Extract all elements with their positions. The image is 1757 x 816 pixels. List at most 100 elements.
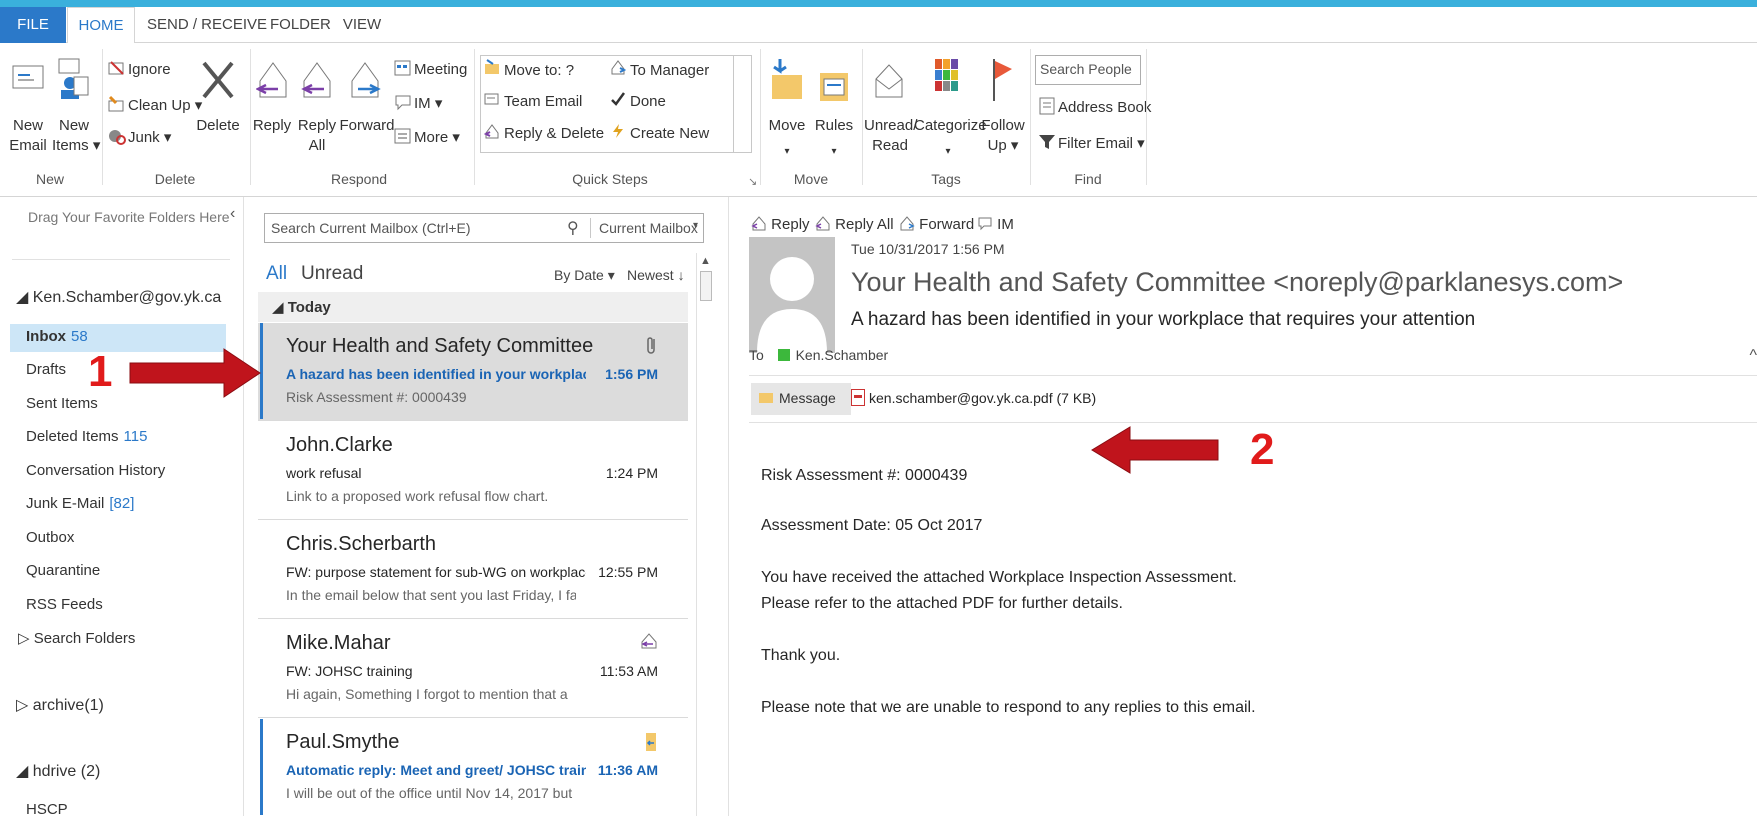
folder-junk-email[interactable]: Junk E-Mail [82] [26,495,134,512]
message-from[interactable]: Your Health and Safety Committee <norepl… [851,267,1623,298]
group-label-find: Find [1074,171,1102,187]
message-list-scrollbar[interactable]: ▲ [696,253,714,816]
new-email-label-1: New [12,117,43,134]
scroll-thumb[interactable] [700,271,712,301]
filter-unread[interactable]: Unread [301,263,363,285]
reading-im-button[interactable]: IM [977,215,1014,233]
envelope-icon [759,393,773,403]
search-mailbox-input[interactable]: Search Current Mailbox (Ctrl+E) ⚲ Curren… [264,213,704,243]
ribbon-separator [250,49,251,185]
more-label: More ▾ [414,129,460,146]
reply-all-label-1: Reply [297,117,337,134]
sort-order[interactable]: Newest ↓ [627,267,685,283]
reading-reply-button[interactable]: Reply [751,215,810,233]
body-paragraph: Please refer to the attached PDF for fur… [761,595,1123,612]
ignore-label: Ignore [128,61,171,78]
ribbon-separator [862,49,863,185]
message-tab[interactable]: Message [751,383,851,415]
quick-steps-launcher-icon[interactable]: ↘ [748,173,757,191]
folder-search-folders[interactable]: ▷ Search Folders [18,629,135,647]
im-icon [978,217,992,231]
message-preview: I will be out of the office until Nov 14… [286,785,576,801]
paperclip-icon [646,335,658,360]
folder-deleted-items[interactable]: Deleted Items 115 [26,428,147,445]
folder-hscp[interactable]: HSCP [26,801,68,816]
qs-team-email-label: Team Email [504,93,583,110]
message-row[interactable]: Your Health and Safety Committee A hazar… [258,323,688,421]
folder-archive[interactable]: ▷ archive(1) [16,695,104,715]
message-sender: Your Health and Safety Committee [286,335,594,357]
tab-folder[interactable]: FOLDER [270,7,331,43]
rules-dropdown-icon: ▾ [831,146,837,157]
search-icon[interactable]: ⚲ [567,218,579,238]
tab-home[interactable]: HOME [67,7,135,44]
collapse-header-icon[interactable]: ^ [1749,347,1757,365]
reading-reply-label: Reply [771,216,810,233]
folder-junk-count: [82] [109,495,135,512]
body-paragraph: Thank you. [761,647,841,664]
follow-up-label-1: Follow [981,117,1025,134]
reading-forward-button[interactable]: Forward [899,215,974,233]
message-row[interactable]: Chris.Scherbarth FW: purpose statement f… [258,521,688,619]
tab-file[interactable]: FILE [0,7,66,43]
new-items-icon [58,58,89,99]
attachment-bar-top [749,375,1757,376]
recipient-name[interactable]: Ken.Schamber [796,347,889,363]
account-node[interactable]: ◢ Ken.Schamber@gov.yk.ca [16,287,221,307]
folder-arrow-icon [485,59,499,74]
folder-sent-items[interactable]: Sent Items [26,395,98,412]
group-label-move: Move [793,171,829,187]
ribbon: New Email New Items ▾ New Ignore Clean U… [0,43,1757,197]
ribbon-separator [474,49,475,185]
folder-hdrive[interactable]: ◢ hdrive (2) [16,761,100,781]
unread-indicator [260,719,263,815]
reply-all-label-2: All [308,137,326,154]
move-folder-icon [772,59,802,99]
scroll-up-icon[interactable]: ▲ [700,255,711,267]
tab-view[interactable]: VIEW [342,7,382,43]
folder-rss-feeds[interactable]: RSS Feeds [26,596,103,613]
qs-to-manager-label: To Manager [630,62,710,79]
reply-delete-icon [484,124,499,139]
im-icon [395,95,411,111]
message-time: 11:36 AM [597,762,658,778]
group-header-today[interactable]: ◢ Today [258,292,688,322]
message-row[interactable]: Paul.Smythe Automatic reply: Meet and gr… [258,719,688,816]
message-row[interactable]: John.Clarke work refusal 1:24 PM Link to… [258,422,688,520]
forward-icon [900,216,915,231]
folder-outbox[interactable]: Outbox [26,529,74,546]
folder-inbox[interactable]: Inbox 58 [26,328,88,345]
attachment-bar-bottom [749,422,1757,423]
ribbon-separator [1030,49,1031,185]
folder-quarantine[interactable]: Quarantine [26,562,100,579]
reading-pane: Reply Reply All Forward IM Tue 10/31/201… [728,197,1757,816]
chevron-down-icon[interactable]: ▾ [693,220,698,231]
reading-reply-all-button[interactable]: Reply All [815,215,894,233]
group-label-quick-steps: Quick Steps [572,171,648,187]
folder-drafts[interactable]: Drafts [26,361,66,378]
favorites-drop-hint: Drag Your Favorite Folders Here [28,209,230,225]
message-sender: Mike.Mahar [286,632,391,654]
search-people-input[interactable]: Search People [1035,55,1141,85]
tab-send-receive[interactable]: SEND / RECEIVE [143,7,271,43]
message-time: 12:55 PM [598,564,658,580]
message-sender: John.Clarke [286,434,393,456]
search-scope-dropdown[interactable]: Current Mailbox [599,220,698,236]
folder-conversation-history[interactable]: Conversation History [26,462,165,479]
checkmark-icon [611,92,626,106]
collapse-pane-icon[interactable]: ‹ [230,205,235,223]
message-subject: FW: JOHSC training [286,663,413,679]
attachment-pdf[interactable]: ken.schamber@gov.yk.ca.pdf (7 KB) [851,389,1096,406]
filter-all[interactable]: All [266,263,287,285]
message-row[interactable]: Mike.Mahar FW: JOHSC training 11:53 AM H… [258,620,688,718]
follow-up-label-2: Up ▾ [987,137,1019,154]
address-book-icon [1039,97,1055,115]
address-book-label: Address Book [1058,99,1152,116]
message-preview: Risk Assessment #: 0000439 [286,389,467,405]
sort-by-date[interactable]: By Date ▾ [554,267,615,284]
quick-steps-scrollbar[interactable] [733,55,752,153]
annotation-callout-1: 1 [88,347,113,396]
message-sender: Paul.Smythe [286,731,400,753]
im-label: IM ▾ [414,95,443,112]
message-subject: FW: purpose statement for sub-WG on work… [286,564,586,580]
